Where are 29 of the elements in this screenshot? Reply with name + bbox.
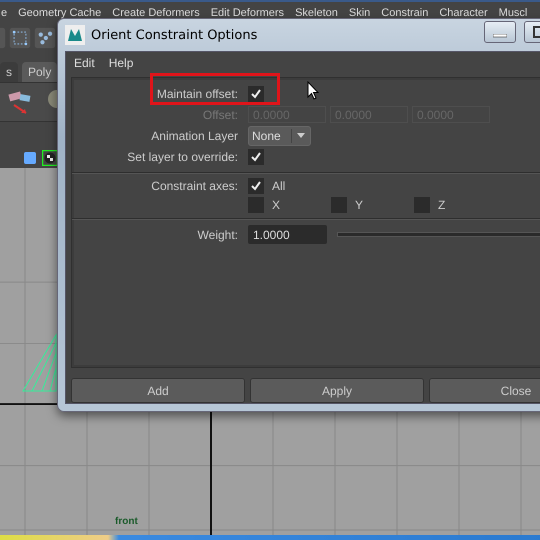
menu-item[interactable]: Constrain (381, 7, 428, 19)
menu-item[interactable]: Muscl (498, 7, 528, 19)
view-label: front (115, 516, 138, 527)
dialog-button[interactable]: Add (71, 378, 245, 403)
input-field[interactable]: 1.0000 (248, 225, 327, 244)
menu-item[interactable]: Create Deformers (112, 7, 200, 19)
dropdown[interactable]: None (248, 126, 311, 146)
menu-item[interactable]: Character (439, 7, 488, 19)
checkbox-label: Y (355, 198, 364, 212)
dialog-button[interactable]: Apply (250, 378, 424, 403)
field-label: Set layer to override: (126, 150, 238, 164)
field-label: Constraint axes: (150, 178, 238, 194)
checkbox-label: All (272, 179, 286, 193)
shelf-tab[interactable]: s (0, 62, 18, 82)
checkbox-label: X (272, 198, 280, 212)
field-label: Maintain offset: (156, 86, 238, 100)
menu-item[interactable]: Edit (74, 56, 95, 70)
menu-item[interactable]: Edit Deformers (210, 7, 284, 19)
shelf-tab[interactable]: Poly (22, 62, 58, 82)
checkbox-label: Z (438, 198, 446, 212)
field-label: Weight: (196, 228, 238, 242)
menu-item[interactable]: e (1, 7, 8, 19)
dialog-button[interactable]: Close (429, 378, 540, 403)
window-title: Orient Constraint Options (91, 28, 258, 42)
menu-item[interactable]: Geometry Cache (18, 7, 102, 19)
menu-item[interactable]: Help (108, 56, 134, 70)
field-label: Animation Layer (150, 128, 238, 142)
menu-item[interactable]: Skin (348, 7, 370, 19)
menu-item[interactable]: Skeleton (295, 7, 338, 19)
